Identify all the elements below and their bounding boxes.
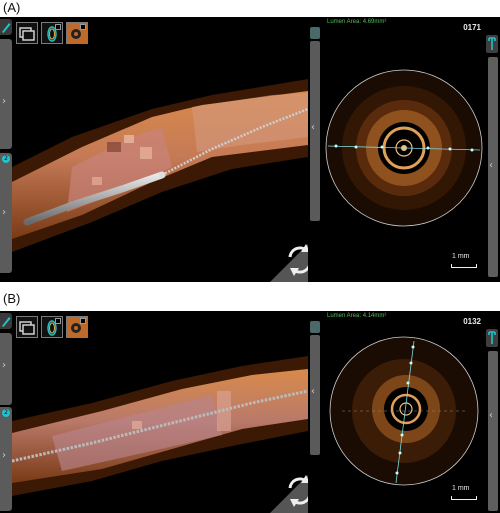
scale-label: 1 mm [452,485,470,492]
pen-icon[interactable] [0,313,12,329]
view-checkbox[interactable] [55,318,61,324]
chevron-left-icon: ‹ [489,410,493,421]
oct-cross-section-view[interactable]: Lumen Area: 4.69mm² 0171 1 mm [324,17,484,282]
chevron-right-icon: › [2,207,6,218]
longitudinal-3d-view[interactable] [11,311,309,513]
wrench-icon[interactable] [486,329,498,347]
chevron-left-icon: ‹ [311,386,315,397]
ring-view-icon[interactable] [41,316,63,338]
longitudinal-view-icon[interactable] [16,22,38,44]
longitudinal-view-icon[interactable] [16,316,38,338]
chevron-left-icon: ‹ [489,160,493,171]
divider-tab[interactable]: ‹ [310,335,320,455]
right-panel-tab[interactable]: ‹ [488,351,498,511]
cross-section-view-icon[interactable] [66,22,88,44]
scale-bar [451,264,477,268]
left-panel-tab-lower[interactable]: 2 › [0,407,12,511]
indicator-icon: 2 [2,155,10,163]
chevron-right-icon: › [2,96,6,107]
view-mode-toolbar [16,22,88,44]
view-checkbox[interactable] [55,24,61,30]
chevron-right-icon: › [2,360,6,371]
wrench-icon[interactable] [486,35,498,53]
divider-tab[interactable]: ‹ [310,41,320,221]
left-panel-tab-upper[interactable]: › [0,333,12,405]
left-toolbar: › 2 › [0,17,12,282]
view-mode-toolbar [16,316,88,338]
chevron-left-icon: ‹ [311,122,315,133]
longitudinal-3d-view[interactable] [12,17,309,282]
panel-a-label: (A) [3,0,21,15]
oct-viewer-panel-b: › 2 › ‹ Lumen Area: 4.14mm² 0132 1 mm ‹ [0,311,500,513]
right-panel-tab[interactable]: ‹ [488,57,498,277]
view-checkbox[interactable] [80,24,86,30]
left-panel-tab-lower[interactable]: 2 › [0,153,12,273]
view-checkbox[interactable] [80,318,86,324]
pen-icon[interactable] [0,19,12,35]
divider-tab-upper[interactable] [310,321,320,333]
panel-b-label: (B) [3,291,21,306]
indicator-icon: 2 [2,409,10,417]
chevron-right-icon: › [2,450,6,461]
left-toolbar: › 2 › [0,311,12,513]
ring-view-icon[interactable] [41,22,63,44]
oct-cross-section-view[interactable]: Lumen Area: 4.14mm² 0132 1 mm [324,311,484,513]
left-panel-tab-upper[interactable]: › [0,39,12,149]
cross-section-view-icon[interactable] [66,316,88,338]
oct-viewer-panel-a: › 2 › ‹ Lumen Area: 4.69mm² 0171 1 mm ‹ [0,17,500,282]
scale-label: 1 mm [452,253,470,260]
divider-tab-upper[interactable] [310,27,320,39]
scale-bar [451,496,477,500]
